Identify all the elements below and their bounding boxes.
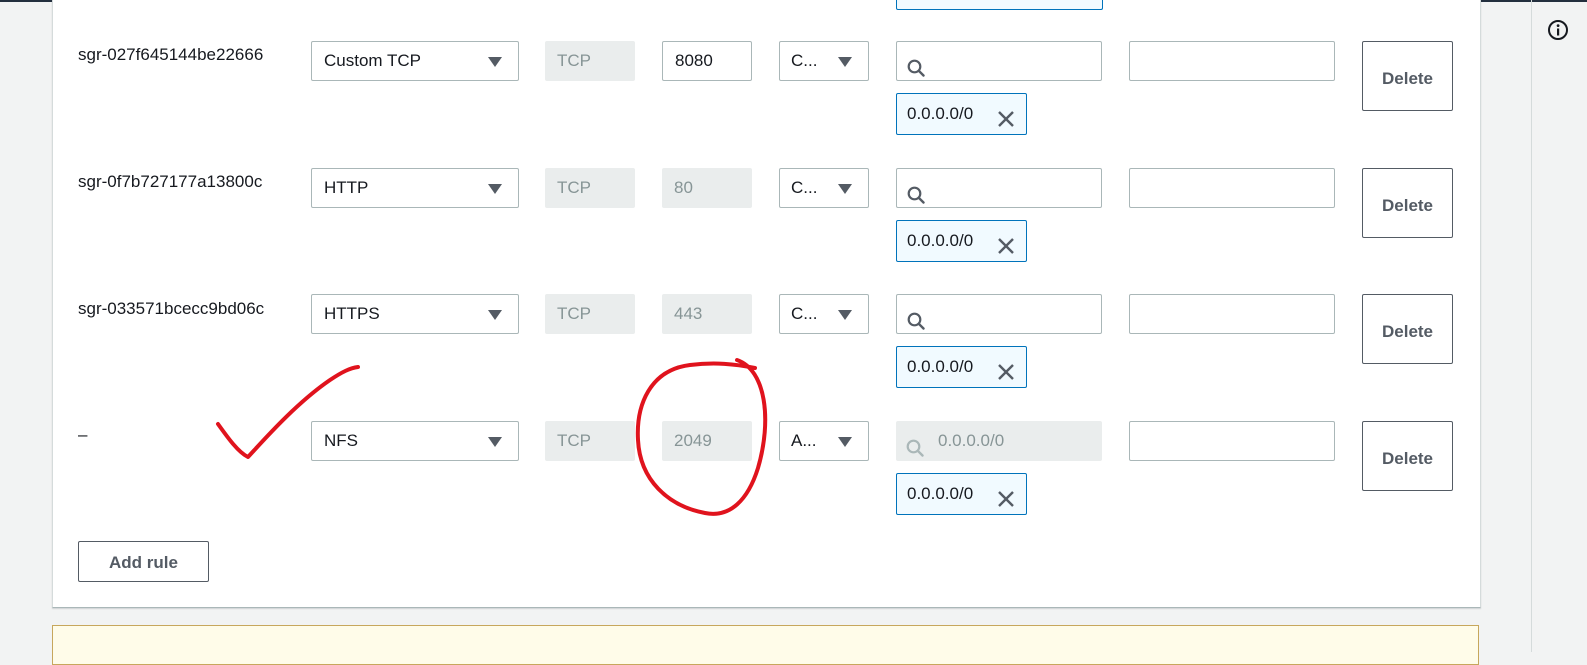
help-panel-divider — [1531, 0, 1532, 652]
source-search-input: 0.0.0.0/0 — [896, 421, 1102, 461]
close-icon[interactable] — [996, 104, 1016, 127]
rule-type-value: NFS — [324, 431, 358, 450]
source-cidr-value: 0.0.0.0/0 — [907, 104, 974, 123]
rule-type-select[interactable]: Custom TCP — [311, 41, 519, 81]
source-type-value: A... — [791, 431, 817, 450]
rule-type-select[interactable]: HTTP — [311, 168, 519, 208]
security-group-rule-id: sgr-027f645144be22666 — [78, 45, 264, 64]
search-icon — [907, 306, 925, 330]
rule-type-select[interactable]: HTTPS — [311, 294, 519, 334]
rule-row: sgr-033571bcecc9bd06c HTTPS TCP 443 C... 0.0.… — [0, 294, 1587, 414]
source-type-value: C... — [791, 304, 818, 323]
info-icon[interactable] — [1547, 19, 1569, 41]
caret-down-icon — [838, 184, 852, 194]
delete-rule-button[interactable]: Delete — [1362, 294, 1453, 364]
rule-type-value: Custom TCP — [324, 51, 421, 70]
security-group-rule-id: sgr-033571bcecc9bd06c — [78, 299, 265, 318]
rule-type-value: HTTP — [324, 178, 369, 197]
add-rule-button[interactable]: Add rule — [78, 541, 209, 582]
source-type-value: C... — [791, 178, 818, 197]
protocol-field: TCP — [545, 41, 635, 81]
source-search-input[interactable] — [896, 41, 1102, 81]
source-search-placeholder: 0.0.0.0/0 — [938, 431, 1005, 450]
description-input[interactable] — [1129, 294, 1335, 334]
caret-down-icon — [838, 310, 852, 320]
source-cidr-token: 0.0.0.0/0 — [896, 220, 1027, 262]
warning-alert — [52, 625, 1479, 665]
caret-down-icon — [488, 310, 502, 320]
source-cidr-token: 0.0.0.0/0 — [896, 346, 1027, 388]
rule-row: – NFS TCP 2049 A... 0.0.0.0/0 0.0.0.0/0 Delete — [0, 421, 1587, 541]
close-icon[interactable] — [996, 231, 1016, 254]
source-type-select[interactable]: C... — [779, 41, 869, 81]
rule-type-select[interactable]: NFS — [311, 421, 519, 461]
source-cidr-value: 0.0.0.0/0 — [907, 231, 974, 250]
port-range-field: 443 — [662, 294, 752, 334]
caret-down-icon — [488, 184, 502, 194]
source-cidr-value: 0.0.0.0/0 — [907, 357, 974, 376]
rule-row: sgr-0f7b727177a13800c HTTP TCP 80 C... 0.0.0.… — [0, 168, 1587, 288]
security-group-rule-id: – — [78, 425, 88, 444]
source-cidr-token: 0.0.0.0/0 — [896, 473, 1027, 515]
source-type-select[interactable]: A... — [779, 421, 869, 461]
source-type-select[interactable]: C... — [779, 168, 869, 208]
port-range-input[interactable]: 8080 — [662, 41, 752, 81]
search-icon — [907, 180, 925, 204]
port-range-field: 2049 — [662, 421, 752, 461]
caret-down-icon — [488, 437, 502, 447]
source-cidr-token: 0.0.0.0/0 — [896, 93, 1027, 135]
source-type-value: C... — [791, 51, 818, 70]
delete-rule-button[interactable]: Delete — [1362, 168, 1453, 238]
port-range-field: 80 — [662, 168, 752, 208]
description-input[interactable] — [1129, 421, 1335, 461]
delete-rule-button[interactable]: Delete — [1362, 421, 1453, 491]
delete-rule-button[interactable]: Delete — [1362, 41, 1453, 111]
description-input[interactable] — [1129, 41, 1335, 81]
source-cidr-value: 0.0.0.0/0 — [907, 484, 974, 503]
source-type-select[interactable]: C... — [779, 294, 869, 334]
protocol-field: TCP — [545, 168, 635, 208]
protocol-field: TCP — [545, 294, 635, 334]
caret-down-icon — [838, 57, 852, 67]
previous-row-token-edge — [896, 0, 1103, 10]
description-input[interactable] — [1129, 168, 1335, 208]
caret-down-icon — [488, 57, 502, 67]
source-search-input[interactable] — [896, 168, 1102, 208]
close-icon[interactable] — [996, 484, 1016, 507]
caret-down-icon — [838, 437, 852, 447]
search-icon — [907, 53, 925, 77]
search-icon — [906, 432, 924, 457]
rule-row: sgr-027f645144be22666 Custom TCP TCP 8080 C.… — [0, 41, 1587, 161]
close-icon[interactable] — [996, 357, 1016, 380]
rule-type-value: HTTPS — [324, 304, 380, 323]
source-search-input[interactable] — [896, 294, 1102, 334]
security-group-rule-id: sgr-0f7b727177a13800c — [78, 172, 263, 191]
protocol-field: TCP — [545, 421, 635, 461]
